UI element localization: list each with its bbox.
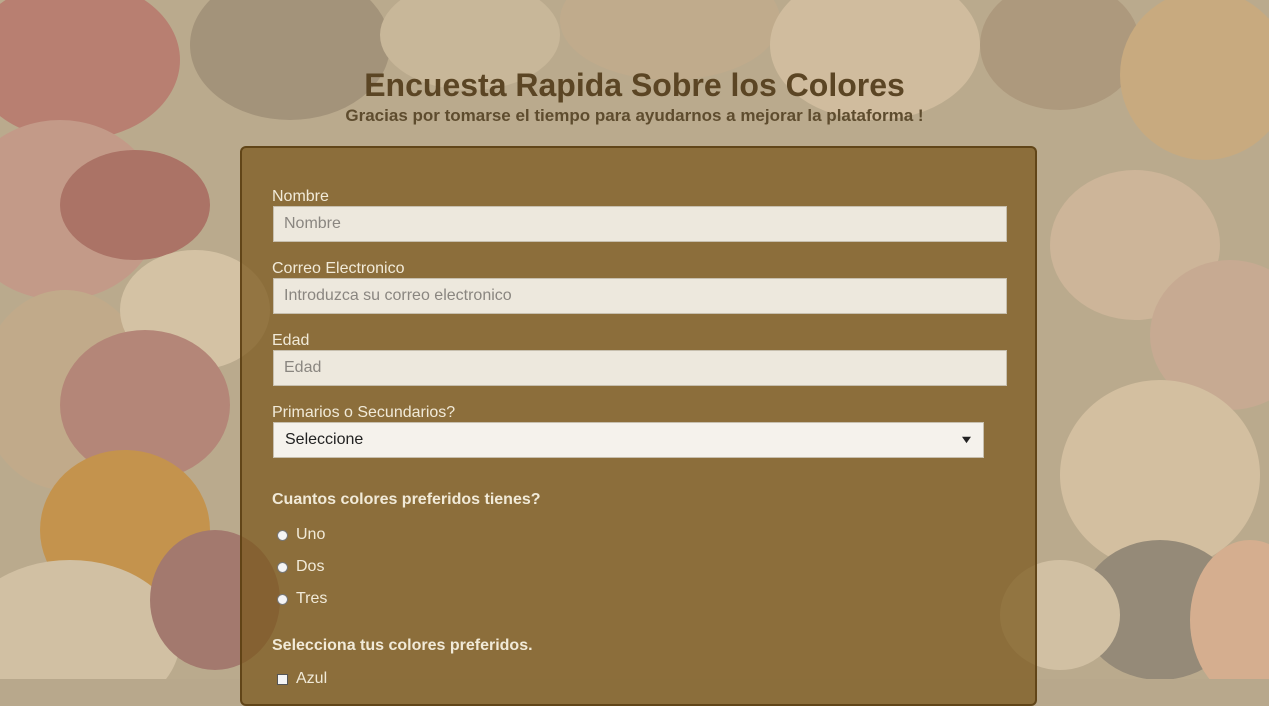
colors-question: Selecciona tus colores preferidos. xyxy=(272,637,533,654)
radio-label: Tres xyxy=(296,590,328,607)
age-input[interactable] xyxy=(273,350,1007,386)
count-question: Cuantos colores preferidos tienes? xyxy=(272,491,541,508)
radio-option-dos[interactable]: Dos xyxy=(277,558,324,576)
type-select-value: Seleccione xyxy=(285,431,364,448)
survey-form: Nombre Correo Electronico Edad Primarios… xyxy=(240,146,1037,706)
email-label: Correo Electronico xyxy=(272,260,405,277)
chevron-down-icon: ▼ xyxy=(958,434,975,446)
type-select[interactable]: Seleccione ▼ xyxy=(273,422,984,458)
radio-option-uno[interactable]: Uno xyxy=(277,526,325,544)
radio-button[interactable] xyxy=(277,529,288,541)
type-label: Primarios o Secundarios? xyxy=(272,404,456,421)
age-label: Edad xyxy=(272,332,310,349)
page-subtitle: Gracias por tomarse el tiempo para ayuda… xyxy=(345,106,924,125)
radio-button[interactable] xyxy=(277,561,288,573)
radio-option-tres[interactable]: Tres xyxy=(277,590,327,608)
name-label: Nombre xyxy=(272,188,329,205)
radio-label: Dos xyxy=(296,558,325,575)
radio-label: Uno xyxy=(296,526,326,543)
checkbox-label: Azul xyxy=(296,670,328,687)
checkbox-option-azul[interactable]: Azul xyxy=(277,670,327,688)
name-input[interactable] xyxy=(273,206,1007,242)
email-input[interactable] xyxy=(273,278,1007,314)
checkbox[interactable] xyxy=(277,673,288,685)
radio-button[interactable] xyxy=(277,593,288,605)
page-title: Encuesta Rapida Sobre los Colores xyxy=(364,67,905,103)
